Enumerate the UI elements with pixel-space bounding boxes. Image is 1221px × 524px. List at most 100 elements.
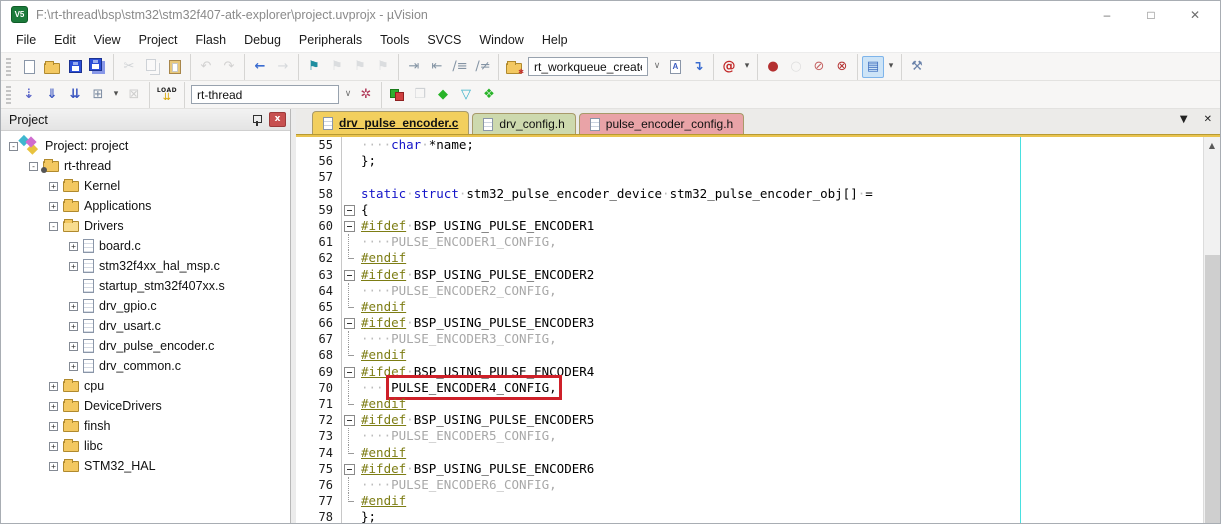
- manage-project-items-button[interactable]: [386, 84, 408, 106]
- tree-item-devicedrivers[interactable]: +DeviceDrivers: [1, 396, 290, 416]
- fold-collapse-icon[interactable]: [342, 218, 358, 234]
- tree-item-stm32-hal[interactable]: +STM32_HAL: [1, 456, 290, 476]
- tree-item-project-project[interactable]: -Project: project: [1, 136, 290, 156]
- menu-tools[interactable]: Tools: [371, 30, 418, 50]
- menu-project[interactable]: Project: [130, 30, 187, 50]
- tree-item-cpu[interactable]: +cpu: [1, 376, 290, 396]
- menu-flash[interactable]: Flash: [186, 30, 235, 50]
- tree-item-board-c[interactable]: +board.c: [1, 236, 290, 256]
- configuration-wrench-button[interactable]: ⚒: [906, 56, 928, 78]
- tree-item-libc[interactable]: +libc: [1, 436, 290, 456]
- target-options-button[interactable]: ✲: [355, 84, 377, 106]
- maximize-button[interactable]: □: [1144, 8, 1158, 22]
- indent-left-button[interactable]: ⇤: [426, 56, 448, 78]
- tree-item-drivers[interactable]: -Drivers: [1, 216, 290, 236]
- file-extensions-button[interactable]: ▽: [455, 84, 477, 106]
- tab-close-icon[interactable]: ✕: [1204, 114, 1212, 125]
- fold-collapse-icon[interactable]: [342, 315, 358, 331]
- menu-help[interactable]: Help: [533, 30, 577, 50]
- windows-layout-caret[interactable]: ▾: [885, 56, 897, 78]
- expand-icon[interactable]: +: [69, 262, 78, 271]
- download-button[interactable]: [154, 84, 180, 106]
- tree-item-drv-common-c[interactable]: +drv_common.c: [1, 356, 290, 376]
- insert-breakpoint-button[interactable]: ●: [762, 56, 784, 78]
- menu-svcs[interactable]: SVCS: [418, 30, 470, 50]
- expand-icon[interactable]: +: [49, 442, 58, 451]
- save-all-button[interactable]: [87, 56, 109, 78]
- scrollbar-thumb[interactable]: [1205, 255, 1220, 523]
- menu-file[interactable]: File: [7, 30, 45, 50]
- scroll-up-icon[interactable]: ▲: [1204, 137, 1220, 153]
- expand-icon[interactable]: +: [69, 342, 78, 351]
- indent-right-button[interactable]: ⇥: [403, 56, 425, 78]
- tab-pulse-encoder-config-h[interactable]: pulse_encoder_config.h: [579, 113, 744, 134]
- tree-item-applications[interactable]: +Applications: [1, 196, 290, 216]
- expand-icon[interactable]: +: [49, 182, 58, 191]
- tab-list-dropdown-icon[interactable]: ▼: [1180, 114, 1188, 125]
- collapse-icon[interactable]: -: [9, 142, 18, 151]
- expand-icon[interactable]: +: [49, 202, 58, 211]
- expand-icon[interactable]: +: [69, 302, 78, 311]
- fold-collapse-icon[interactable]: [342, 267, 358, 283]
- new-file-button[interactable]: [18, 56, 40, 78]
- tree-item-startup-stm32f407xx-s[interactable]: startup_stm32f407xx.s: [1, 276, 290, 296]
- expand-icon[interactable]: +: [69, 362, 78, 371]
- expand-icon[interactable]: +: [49, 402, 58, 411]
- paste-button[interactable]: [164, 56, 186, 78]
- expand-icon[interactable]: +: [69, 322, 78, 331]
- menu-edit[interactable]: Edit: [45, 30, 85, 50]
- debug-search-button[interactable]: @: [718, 56, 740, 78]
- fold-collapse-icon[interactable]: [342, 364, 358, 380]
- tree-item-kernel[interactable]: +Kernel: [1, 176, 290, 196]
- fold-collapse-icon[interactable]: [342, 461, 358, 477]
- collapse-icon[interactable]: -: [29, 162, 38, 171]
- toolbar-grip[interactable]: [6, 86, 11, 104]
- toggle-bookmark-button[interactable]: ⚑: [303, 56, 325, 78]
- fold-collapse-icon[interactable]: [342, 412, 358, 428]
- pin-icon[interactable]: [253, 114, 262, 126]
- tree-item-drv-pulse-encoder-c[interactable]: +drv_pulse_encoder.c: [1, 336, 290, 356]
- target-select[interactable]: [191, 85, 339, 104]
- expand-icon[interactable]: +: [69, 242, 78, 251]
- expand-icon[interactable]: +: [49, 462, 58, 471]
- build-button[interactable]: ⇓: [41, 84, 63, 106]
- comment-selection-button[interactable]: ∕≡: [449, 56, 471, 78]
- tree-item-drv-gpio-c[interactable]: +drv_gpio.c: [1, 296, 290, 316]
- menu-view[interactable]: View: [85, 30, 130, 50]
- menu-peripherals[interactable]: Peripherals: [290, 30, 371, 50]
- menu-debug[interactable]: Debug: [235, 30, 290, 50]
- expand-icon[interactable]: +: [49, 422, 58, 431]
- fold-collapse-icon[interactable]: [342, 202, 358, 218]
- open-file-button[interactable]: [41, 56, 63, 78]
- tab-drv-config-h[interactable]: drv_config.h: [472, 113, 575, 134]
- manage-rte-button[interactable]: ◆: [432, 84, 454, 106]
- batch-build-button[interactable]: ⊞: [87, 84, 109, 106]
- pack-installer-button[interactable]: ❖: [478, 84, 500, 106]
- save-button[interactable]: [64, 56, 86, 78]
- find-in-files-button[interactable]: [503, 56, 525, 78]
- toolbar-grip[interactable]: [6, 58, 11, 76]
- tree-item-drv-usart-c[interactable]: +drv_usart.c: [1, 316, 290, 336]
- translate-file-button[interactable]: ⇣: [18, 84, 40, 106]
- collapse-icon[interactable]: -: [49, 222, 58, 231]
- target-dropdown-button[interactable]: ∨: [342, 84, 354, 106]
- navigate-back-button[interactable]: ←: [249, 56, 271, 78]
- uncomment-selection-button[interactable]: ∕≠: [472, 56, 494, 78]
- tab-drv-pulse-encoder-c[interactable]: drv_pulse_encoder.c: [312, 111, 469, 134]
- find-dropdown-button[interactable]: ∨: [651, 56, 663, 78]
- debug-search-caret[interactable]: ▾: [741, 56, 753, 78]
- tree-item-stm32f4xx-hal-msp-c[interactable]: +stm32f4xx_hal_msp.c: [1, 256, 290, 276]
- close-button[interactable]: ✕: [1188, 8, 1202, 22]
- disable-all-breakpoints-button[interactable]: ⊘: [808, 56, 830, 78]
- vertical-scrollbar[interactable]: ▲: [1203, 137, 1220, 523]
- tree-item-rt-thread[interactable]: -rt-thread: [1, 156, 290, 176]
- expand-icon[interactable]: +: [49, 382, 58, 391]
- batch-build-caret[interactable]: ▾: [110, 84, 122, 106]
- find-input[interactable]: [528, 57, 648, 76]
- tree-item-finsh[interactable]: +finsh: [1, 416, 290, 436]
- menu-window[interactable]: Window: [470, 30, 532, 50]
- find-in-target-button[interactable]: [664, 56, 686, 78]
- minimize-button[interactable]: –: [1100, 8, 1114, 22]
- incremental-find-button[interactable]: ↴: [687, 56, 709, 78]
- kill-all-breakpoints-button[interactable]: ⊗: [831, 56, 853, 78]
